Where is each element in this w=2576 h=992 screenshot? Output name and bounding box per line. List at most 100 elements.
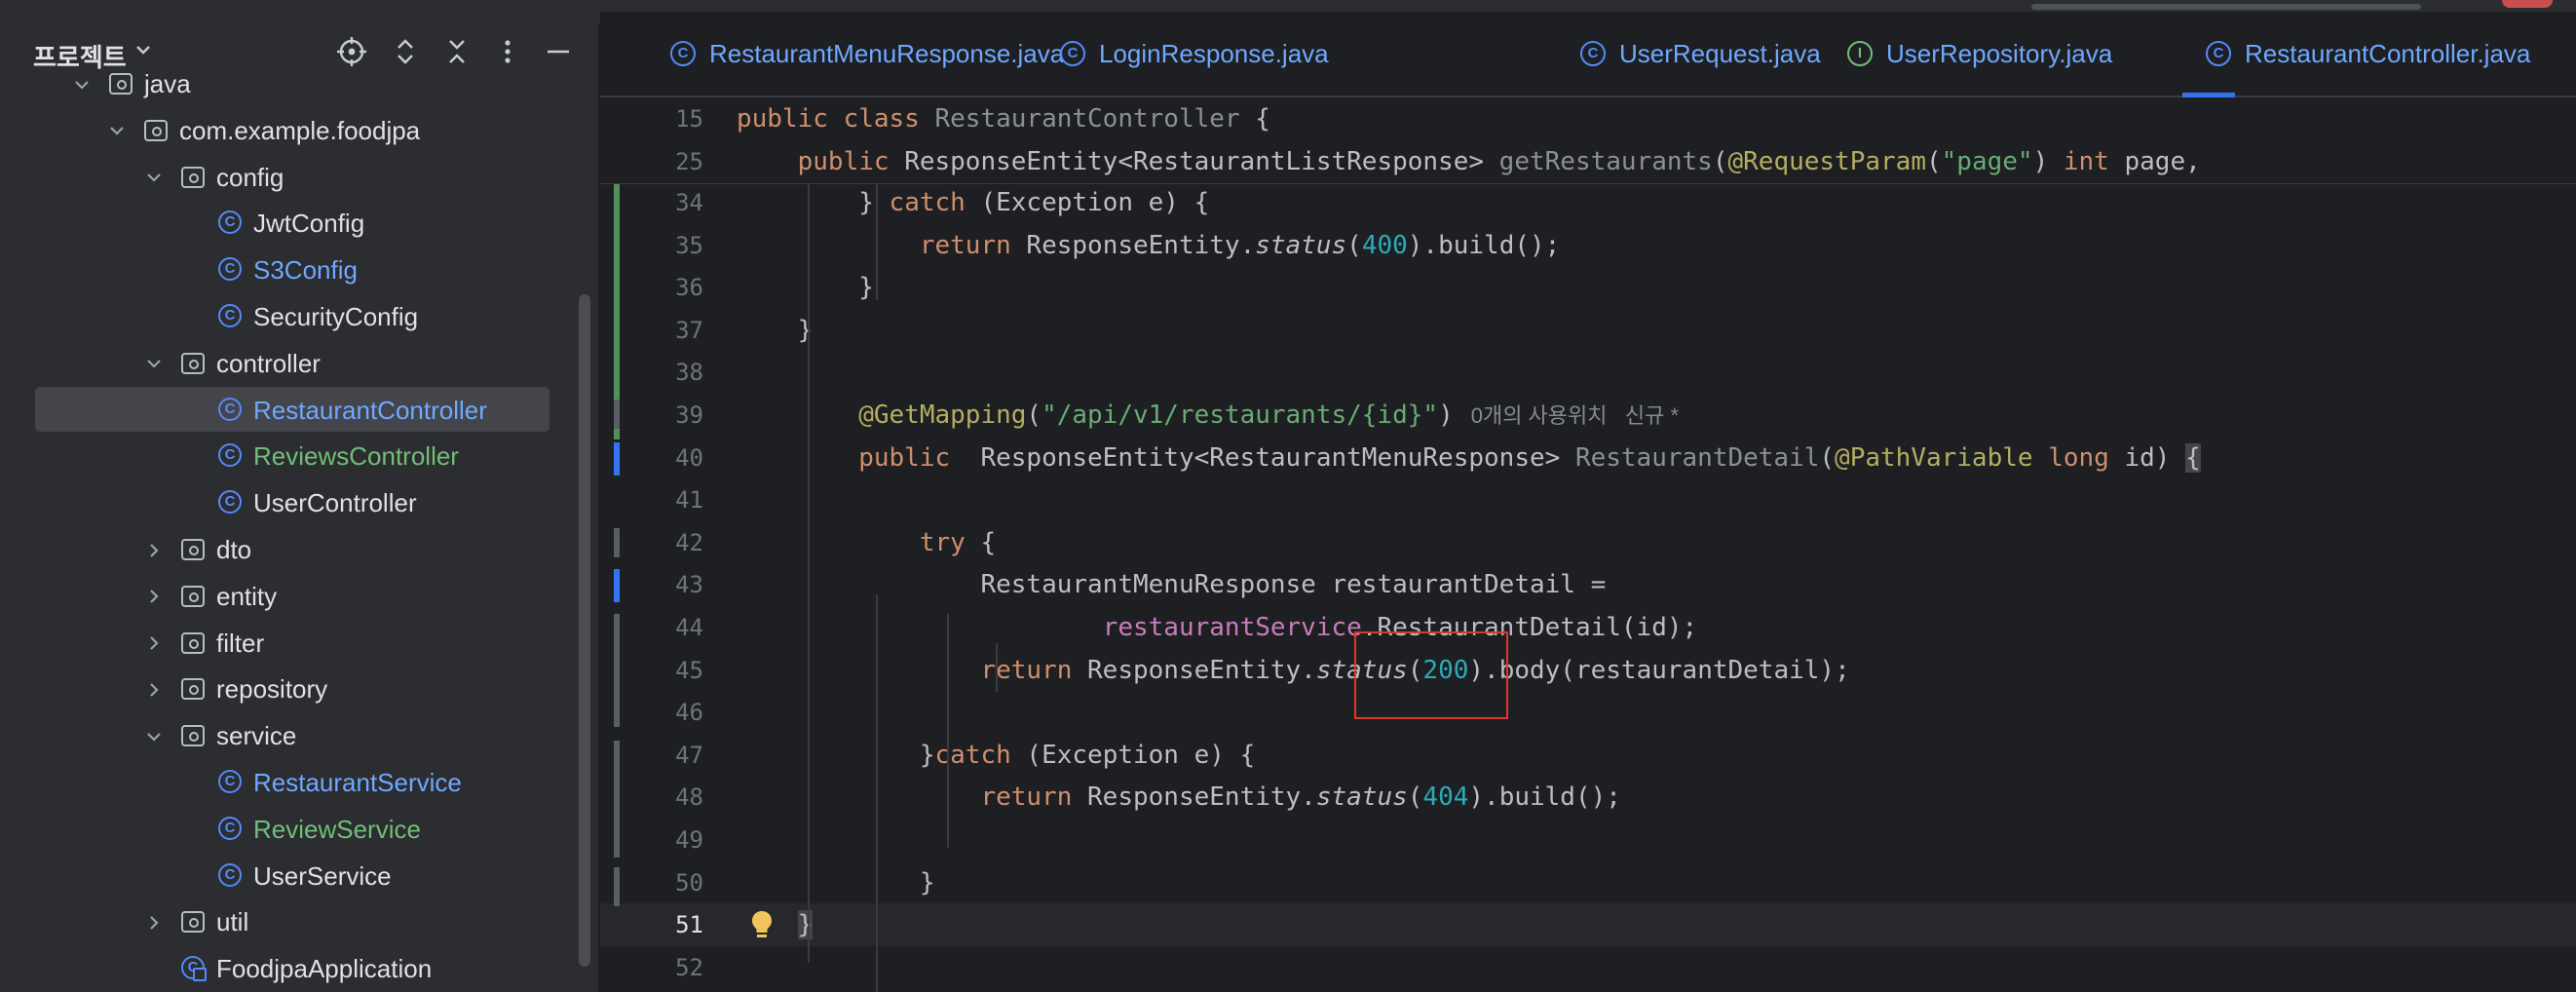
code-line[interactable]: 47 }catch (Exception e) { xyxy=(600,734,2576,777)
code-token: ResponseEntity. xyxy=(1087,655,1316,685)
tree-item-userservice[interactable]: C UserService xyxy=(0,853,600,899)
chevron-right-icon[interactable] xyxy=(142,573,166,620)
vcs-change-marker[interactable] xyxy=(614,528,620,557)
sticky-header[interactable]: 15 public class RestaurantController {25 … xyxy=(600,97,2576,184)
annotation-highlight-box xyxy=(1354,631,1508,719)
usages-inlay-hint[interactable]: 0개의 사용위치 신규 * xyxy=(1471,403,1679,428)
tree-item-entity[interactable]: entity xyxy=(0,573,600,620)
tab-label: UserRepository.java xyxy=(1886,39,2113,68)
chevron-down-icon[interactable] xyxy=(142,712,166,759)
code-token: id) xyxy=(2124,442,2186,473)
chevron-down-icon[interactable] xyxy=(142,154,166,201)
code-token: status xyxy=(1315,782,1408,813)
code-line[interactable]: 39 @GetMapping("/api/v1/restaurants/{id}… xyxy=(600,394,2576,437)
chevron-down-icon[interactable] xyxy=(142,340,166,387)
code-line[interactable]: 34 } catch (Exception e) { xyxy=(600,181,2576,224)
tree-item-repository[interactable]: repository xyxy=(0,666,600,712)
code-token: public class xyxy=(737,104,935,134)
code-line[interactable]: 52 xyxy=(600,946,2576,989)
code-token: return xyxy=(737,230,1027,260)
code-line[interactable]: 51 } xyxy=(600,903,2576,946)
package-folder-icon xyxy=(181,678,205,701)
code-line[interactable]: 46 xyxy=(600,691,2576,734)
application-class-icon: C xyxy=(181,956,207,982)
chevron-down-icon[interactable] xyxy=(70,60,94,107)
code-line[interactable]: 36 } xyxy=(600,266,2576,309)
lightbulb-icon[interactable] xyxy=(750,909,774,945)
tree-item-util[interactable]: util xyxy=(0,898,600,945)
tree-item-label: RestaurantService xyxy=(253,768,462,797)
package-folder-icon xyxy=(181,631,205,654)
java-class-icon: C xyxy=(218,443,242,468)
code-token: "/api/v1/restaurants/{id}" xyxy=(1042,401,1439,430)
code-line[interactable]: 44 restaurantService.RestaurantDetail(id… xyxy=(600,606,2576,649)
code-token: (Exception e) { xyxy=(980,188,1210,217)
code-text: try { xyxy=(737,521,996,564)
code-token: return xyxy=(737,655,1088,685)
code-line[interactable]: 37 } xyxy=(600,309,2576,352)
tree-item-restaurantcontroller[interactable]: C RestaurantController xyxy=(0,386,600,434)
tree-item-service[interactable]: service xyxy=(0,712,600,759)
java-class-icon: C xyxy=(218,304,242,327)
notification-indicator[interactable] xyxy=(2502,0,2553,8)
tree-item-s3config[interactable]: C S3Config xyxy=(0,247,600,293)
java-class-icon: C xyxy=(218,210,242,235)
tree-item-reviewservice[interactable]: C ReviewService xyxy=(0,806,600,853)
vcs-change-marker[interactable] xyxy=(614,400,620,429)
code-line[interactable]: 50 } xyxy=(600,861,2576,904)
code-text: }catch (Exception e) { xyxy=(737,734,1255,777)
line-number: 51 xyxy=(675,911,703,939)
chevron-right-icon[interactable] xyxy=(142,620,166,667)
tree-item-jwtconfig[interactable]: C JwtConfig xyxy=(0,200,600,247)
code-line[interactable]: 49 xyxy=(600,819,2576,861)
tree-item-label: SecurityConfig xyxy=(253,302,419,331)
sticky-code-line[interactable]: 25 public ResponseEntity<RestaurantListR… xyxy=(600,140,2576,183)
code-line[interactable]: 48 return ResponseEntity.status(404).bui… xyxy=(600,776,2576,819)
sticky-code-line[interactable]: 15 public class RestaurantController { xyxy=(600,97,2576,140)
vcs-change-marker[interactable] xyxy=(614,569,620,602)
tree-item-controller[interactable]: controller xyxy=(0,340,600,387)
package-folder-icon xyxy=(181,725,205,747)
code-line[interactable]: 35 return ResponseEntity.status(400).bui… xyxy=(600,224,2576,267)
tree-item-usercontroller[interactable]: C UserController xyxy=(0,479,600,526)
vcs-change-marker[interactable] xyxy=(614,867,620,906)
chevron-right-icon[interactable] xyxy=(142,526,166,573)
tree-item-config[interactable]: config xyxy=(0,154,600,201)
package-folder-icon xyxy=(181,166,205,188)
line-number: 52 xyxy=(675,953,703,981)
code-token: ).build(); xyxy=(1468,782,1621,813)
tree-item-com-example-foodjpa[interactable]: com.example.foodjpa xyxy=(0,107,600,154)
code-line[interactable]: 40 public ResponseEntity<RestaurantMenuR… xyxy=(600,437,2576,479)
code-editor[interactable]: 15 public class RestaurantController {25 … xyxy=(600,97,2576,992)
matched-brace: { xyxy=(2185,442,2201,473)
code-token: @RequestParam xyxy=(1727,147,1926,176)
vcs-change-marker[interactable] xyxy=(614,442,620,476)
code-token: try xyxy=(737,527,981,557)
chevron-right-icon[interactable] xyxy=(142,898,166,945)
chevron-down-icon[interactable] xyxy=(105,107,129,154)
tab-label: RestaurantMenuResponse.java xyxy=(709,39,1065,68)
tree-item-filter[interactable]: filter xyxy=(0,620,600,667)
tabs-scroll-thumb[interactable] xyxy=(2031,4,2421,10)
code-line[interactable]: 41 xyxy=(600,478,2576,521)
tree-item-java[interactable]: java xyxy=(0,60,600,107)
vcs-change-marker[interactable] xyxy=(614,741,620,858)
package-folder-icon xyxy=(109,73,133,95)
code-token: } xyxy=(737,740,935,770)
tree-item-restaurantservice[interactable]: C RestaurantService xyxy=(0,759,600,806)
line-number: 15 xyxy=(675,105,703,133)
project-panel-scrollbar[interactable] xyxy=(579,294,590,967)
code-line[interactable]: 38 xyxy=(600,351,2576,394)
chevron-right-icon[interactable] xyxy=(142,666,166,712)
code-line[interactable]: 43 RestaurantMenuResponse restaurantDeta… xyxy=(600,563,2576,606)
code-line[interactable]: 45 return ResponseEntity.status(200).bod… xyxy=(600,649,2576,692)
code-text: } xyxy=(737,266,874,309)
vcs-change-marker[interactable] xyxy=(614,614,620,727)
code-text: public ResponseEntity<RestaurantListResp… xyxy=(737,140,2201,183)
tree-item-dto[interactable]: dto xyxy=(0,526,600,573)
java-class-icon: C xyxy=(218,862,242,887)
tree-item-foodjpaapplication[interactable]: C FoodjpaApplication xyxy=(0,945,600,992)
code-line[interactable]: 42 try { xyxy=(600,521,2576,564)
tree-item-reviewscontroller[interactable]: C ReviewsController xyxy=(0,433,600,479)
tree-item-securityconfig[interactable]: C SecurityConfig xyxy=(0,293,600,340)
